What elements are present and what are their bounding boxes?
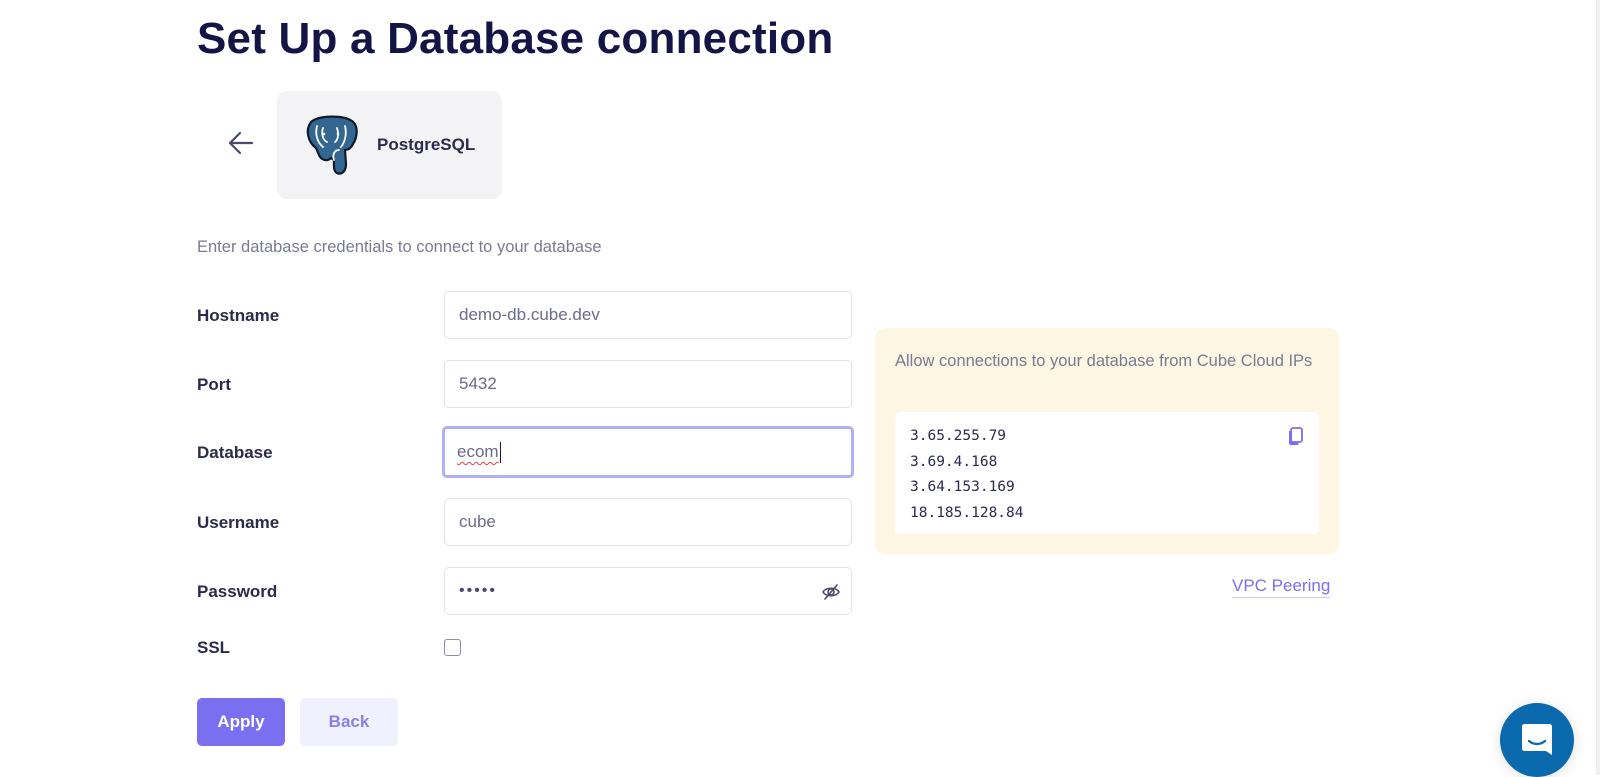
- database-type-card[interactable]: PostgreSQL: [277, 91, 502, 199]
- ip-address: 3.65.255.79: [910, 428, 1007, 444]
- apply-button[interactable]: Apply: [197, 698, 285, 746]
- database-type-name: PostgreSQL: [377, 135, 476, 154]
- hostname-input[interactable]: demo-db.cube.dev: [444, 291, 852, 339]
- password-input[interactable]: •••••: [444, 567, 852, 615]
- port-value: 5432: [459, 374, 497, 393]
- hostname-value: demo-db.cube.dev: [459, 305, 600, 324]
- text-caret: [499, 441, 502, 463]
- username-label: Username: [197, 513, 280, 532]
- ssl-row: SSL: [197, 633, 857, 663]
- vpc-peering-link[interactable]: VPC Peering: [1232, 576, 1331, 598]
- back-arrow-button[interactable]: [226, 128, 256, 158]
- port-label: Port: [197, 375, 231, 394]
- ssl-checkbox[interactable]: [444, 639, 461, 656]
- cloud-ips-panel: Allow connections to your database from …: [875, 328, 1339, 554]
- ip-address: 3.69.4.168: [910, 453, 998, 470]
- form-subtitle: Enter database credentials to connect to…: [197, 238, 602, 256]
- ip-list: 3.65.255.79 3.69.4.168 3.64.153.169 18.1…: [910, 424, 1024, 526]
- arrow-left-icon: [228, 131, 254, 155]
- hostname-row: Hostname demo-db.cube.dev: [197, 291, 857, 341]
- port-row: Port 5432: [197, 360, 857, 410]
- ip-address: 3.64.153.169: [910, 479, 1015, 495]
- database-value: ecom: [457, 442, 499, 461]
- ip-address: 18.185.128.84: [910, 504, 1024, 521]
- username-value: cube: [459, 512, 496, 531]
- password-label: Password: [197, 582, 278, 601]
- database-label: Database: [197, 443, 273, 462]
- password-row: Password •••••: [197, 567, 857, 617]
- eye-slash-icon[interactable]: [821, 582, 841, 602]
- port-input[interactable]: 5432: [444, 360, 852, 408]
- hostname-label: Hostname: [197, 306, 280, 325]
- chat-bubble-icon: [1522, 724, 1552, 755]
- username-input[interactable]: cube: [444, 498, 852, 546]
- cloud-ips-description: Allow connections to your database from …: [895, 352, 1313, 370]
- postgresql-elephant-icon: [306, 115, 358, 175]
- database-row: Database ecom: [197, 426, 857, 478]
- ip-list-box: 3.65.255.79 3.69.4.168 3.64.153.169 18.1…: [895, 412, 1319, 534]
- database-input[interactable]: ecom: [442, 426, 854, 478]
- username-row: Username cube: [197, 498, 857, 548]
- chat-launcher-button[interactable]: [1500, 703, 1574, 777]
- page-scrollbar[interactable]: [1596, 0, 1600, 775]
- password-value: •••••: [459, 582, 498, 599]
- copy-icon[interactable]: [1287, 427, 1303, 446]
- page-title: Set Up a Database connection: [197, 14, 834, 63]
- ssl-label: SSL: [197, 638, 231, 657]
- back-button[interactable]: Back: [300, 698, 398, 746]
